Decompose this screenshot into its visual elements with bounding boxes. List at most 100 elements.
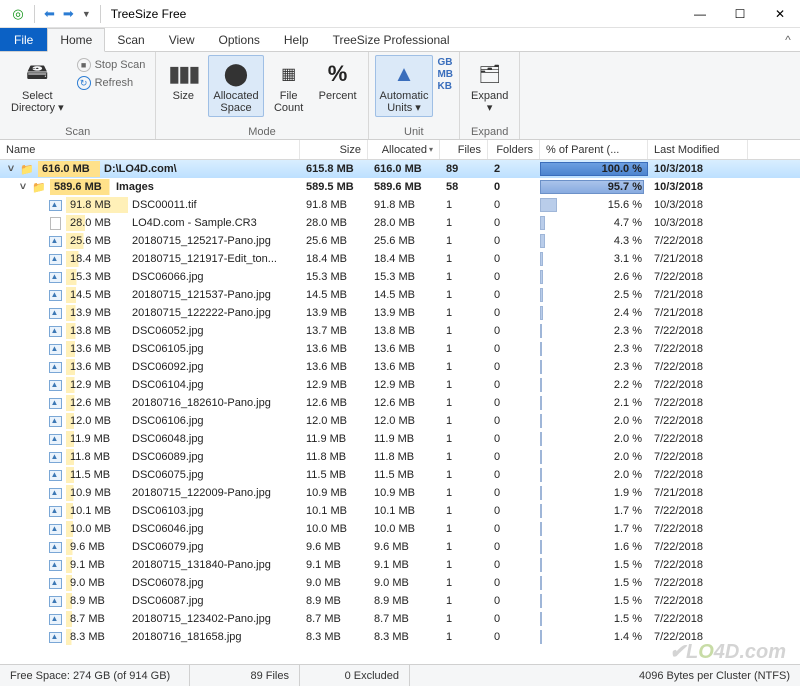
tree-row-file[interactable]: 8.7 MB 20180715_123402-Pano.jpg 8.7 MB 8… — [0, 610, 800, 628]
tree-row-file[interactable]: 13.6 MB DSC06092.jpg 13.6 MB 13.6 MB 1 0… — [0, 358, 800, 376]
col-percent[interactable]: % of Parent (... — [540, 140, 648, 159]
tree-row-file[interactable]: 12.0 MB DSC06106.jpg 12.0 MB 12.0 MB 1 0… — [0, 412, 800, 430]
tab-options[interactable]: Options — [207, 28, 272, 51]
expand-tree-icon: 🗂 — [474, 58, 506, 90]
tree-row-file[interactable]: 10.1 MB DSC06103.jpg 10.1 MB 10.1 MB 1 0… — [0, 502, 800, 520]
unit-automatic-button[interactable]: ▲ Automatic Units ▾ — [375, 55, 434, 117]
image-icon — [48, 396, 62, 410]
mode-filecount-button[interactable]: ▦ File Count — [268, 55, 310, 117]
back-icon[interactable]: ⬅ — [41, 4, 58, 24]
minimize-button[interactable]: — — [680, 0, 720, 28]
close-button[interactable]: ✕ — [760, 0, 800, 28]
mode-allocated-button[interactable]: ⬤ Allocated Space — [208, 55, 263, 117]
unit-kb-button[interactable]: KB — [437, 81, 453, 93]
tree-row-file[interactable]: 10.9 MB 20180715_122009-Pano.jpg 10.9 MB… — [0, 484, 800, 502]
tree-row-file[interactable]: 9.0 MB DSC06078.jpg 9.0 MB 9.0 MB 1 0 1.… — [0, 574, 800, 592]
tree-row-file[interactable]: 13.6 MB DSC06105.jpg 13.6 MB 13.6 MB 1 0… — [0, 340, 800, 358]
tree-row-file[interactable]: 11.5 MB DSC06075.jpg 11.5 MB 11.5 MB 1 0… — [0, 466, 800, 484]
col-size[interactable]: Size — [300, 140, 368, 159]
chevron-down-icon[interactable]: ˅ — [18, 181, 28, 193]
tree-row-file[interactable]: 12.6 MB 20180716_182610-Pano.jpg 12.6 MB… — [0, 394, 800, 412]
maximize-button[interactable]: ☐ — [720, 0, 760, 28]
tree-row-file[interactable]: 8.9 MB DSC06087.jpg 8.9 MB 8.9 MB 1 0 1.… — [0, 592, 800, 610]
collapse-ribbon-icon[interactable]: ^ — [776, 28, 800, 51]
tree-row-file[interactable]: 10.0 MB DSC06046.jpg 10.0 MB 10.0 MB 1 0… — [0, 520, 800, 538]
tree-row-file[interactable]: 13.8 MB DSC06052.jpg 13.7 MB 13.8 MB 1 0… — [0, 322, 800, 340]
unit-gb-button[interactable]: GB — [437, 57, 453, 69]
tree-row-file[interactable]: 8.3 MB 20180716_181658.jpg 8.3 MB 8.3 MB… — [0, 628, 800, 646]
tab-pro[interactable]: TreeSize Professional — [321, 28, 462, 51]
tab-file[interactable]: File — [0, 28, 47, 51]
node-name: DSC06092.jpg — [132, 361, 204, 373]
tree-row-file[interactable]: 9.6 MB DSC06079.jpg 9.6 MB 9.6 MB 1 0 1.… — [0, 538, 800, 556]
select-directory-button[interactable]: 🖴 Select Directory ▾ — [6, 55, 69, 117]
node-name: 20180716_182610-Pano.jpg — [132, 397, 271, 409]
tree-row-file[interactable]: 13.9 MB 20180715_122222-Pano.jpg 13.9 MB… — [0, 304, 800, 322]
tree-row-file[interactable]: 25.6 MB 20180715_125217-Pano.jpg 25.6 MB… — [0, 232, 800, 250]
tree-row-file[interactable]: 9.1 MB 20180715_131840-Pano.jpg 9.1 MB 9… — [0, 556, 800, 574]
col-name[interactable]: Name — [0, 140, 300, 159]
unit-mb-button[interactable]: MB — [437, 69, 453, 81]
node-name: 20180715_121917-Edit_ton... — [132, 253, 277, 265]
stop-scan-button[interactable]: ■Stop Scan — [73, 57, 150, 73]
image-icon — [48, 252, 62, 266]
ribbon-group-label: Unit — [375, 125, 453, 138]
mode-percent-button[interactable]: % Percent — [314, 55, 362, 105]
tree-row-file[interactable]: 11.9 MB DSC06048.jpg 11.9 MB 11.9 MB 1 0… — [0, 430, 800, 448]
tree-row-file[interactable]: 18.4 MB 20180715_121917-Edit_ton... 18.4… — [0, 250, 800, 268]
tree-row-folder[interactable]: ˅ 📁 589.6 MB Images 589.5 MB 589.6 MB 58… — [0, 178, 800, 196]
image-icon — [48, 468, 62, 482]
percent-cell: 2.5 % — [540, 287, 648, 303]
node-name: D:\LO4D.com\ — [104, 163, 177, 175]
image-icon — [48, 270, 62, 284]
col-allocated[interactable]: Allocated▾ — [368, 140, 440, 159]
separator — [100, 5, 101, 23]
image-icon — [48, 198, 62, 212]
node-name: Images — [116, 181, 154, 193]
refresh-button[interactable]: ↻Refresh — [73, 75, 150, 91]
tab-view[interactable]: View — [157, 28, 207, 51]
tree-row-file[interactable]: 28.0 MB LO4D.com - Sample.CR3 28.0 MB 28… — [0, 214, 800, 232]
tree-row-file[interactable]: 11.8 MB DSC06089.jpg 11.8 MB 11.8 MB 1 0… — [0, 448, 800, 466]
grid-icon: ▦ — [273, 58, 305, 90]
tab-scan[interactable]: Scan — [105, 28, 156, 51]
bars-icon: ▮▮▮ — [167, 58, 199, 90]
ribbon-group-expand: 🗂 Expand▾ Expand — [460, 52, 520, 139]
node-name: 20180715_122222-Pano.jpg — [132, 307, 271, 319]
percent-cell: 1.5 % — [540, 557, 648, 573]
status-freespace: Free Space: 274 GB (of 914 GB) — [0, 665, 190, 686]
expand-button[interactable]: 🗂 Expand▾ — [466, 55, 513, 117]
file-tree-grid[interactable]: ˅ 📁 616.0 MB D:\LO4D.com\ 615.8 MB 616.0… — [0, 160, 800, 664]
percent-cell: 1.5 % — [540, 593, 648, 609]
tree-row-root[interactable]: ˅ 📁 616.0 MB D:\LO4D.com\ 615.8 MB 616.0… — [0, 160, 800, 178]
tree-row-file[interactable]: 91.8 MB DSC00011.tif 91.8 MB 91.8 MB 1 0… — [0, 196, 800, 214]
node-name: DSC06048.jpg — [132, 433, 204, 445]
qat-dropdown-icon[interactable]: ▼ — [79, 7, 94, 21]
image-icon — [48, 576, 62, 590]
percent-cell: 2.6 % — [540, 269, 648, 285]
col-folders[interactable]: Folders — [488, 140, 540, 159]
mode-size-button[interactable]: ▮▮▮ Size — [162, 55, 204, 105]
percent-cell: 1.5 % — [540, 611, 648, 627]
chevron-down-icon[interactable]: ˅ — [6, 163, 16, 175]
image-icon — [48, 612, 62, 626]
node-name: DSC06079.jpg — [132, 541, 204, 553]
percent-cell: 2.3 % — [540, 341, 648, 357]
tree-row-file[interactable]: 12.9 MB DSC06104.jpg 12.9 MB 12.9 MB 1 0… — [0, 376, 800, 394]
node-name: 20180715_121537-Pano.jpg — [132, 289, 271, 301]
percent-cell: 2.0 % — [540, 467, 648, 483]
tree-row-file[interactable]: 15.3 MB DSC06066.jpg 15.3 MB 15.3 MB 1 0… — [0, 268, 800, 286]
tree-row-file[interactable]: 14.5 MB 20180715_121537-Pano.jpg 14.5 MB… — [0, 286, 800, 304]
tab-help[interactable]: Help — [272, 28, 321, 51]
forward-icon[interactable]: ➡ — [60, 4, 77, 24]
percent-cell: 2.4 % — [540, 305, 648, 321]
disk-icon: ⬤ — [220, 58, 252, 90]
percent-cell: 95.7 % — [540, 179, 648, 195]
tab-home[interactable]: Home — [47, 28, 105, 52]
ribbon-group-label: Mode — [162, 125, 361, 138]
node-name: DSC06087.jpg — [132, 595, 204, 607]
col-modified[interactable]: Last Modified — [648, 140, 748, 159]
image-icon — [48, 342, 62, 356]
percent-cell: 3.1 % — [540, 251, 648, 267]
col-files[interactable]: Files — [440, 140, 488, 159]
